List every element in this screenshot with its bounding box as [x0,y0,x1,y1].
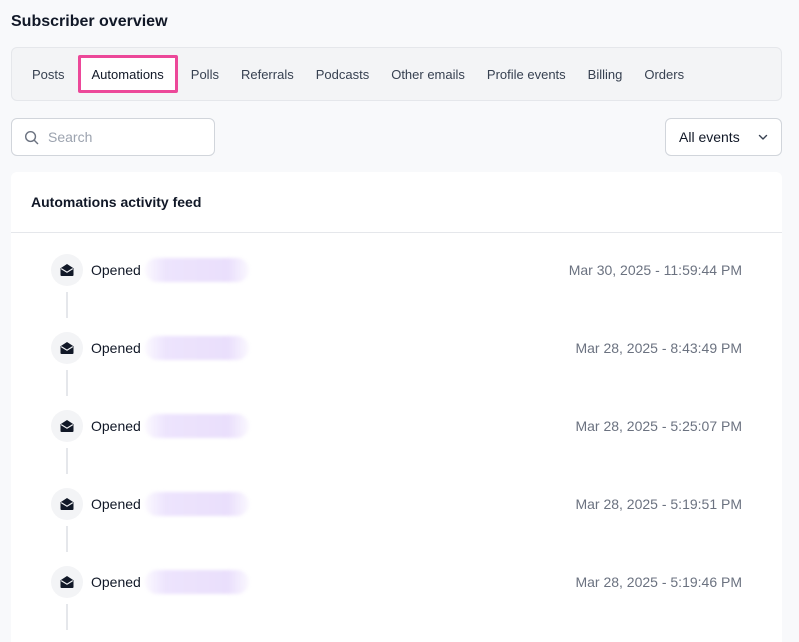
redacted-email-name [144,414,249,438]
feed-item: Opened Mar 28, 2025 - 5:25:07 PM [51,410,742,442]
page-title: Subscriber overview [11,13,168,30]
envelope-open-icon [51,566,83,598]
redacted-email-name [144,258,249,282]
tab-posts[interactable]: Posts [21,56,76,92]
feed-item: Opened Mar 30, 2025 - 11:59:44 PM [51,254,742,286]
timeline-connector [66,448,68,474]
envelope-open-icon [51,410,83,442]
tab-other-emails[interactable]: Other emails [380,56,476,92]
envelope-open-icon [51,254,83,286]
feed-item-action: Opened [91,496,141,512]
chevron-down-icon [758,134,768,140]
feed-item-action: Opened [91,418,141,434]
timeline-connector [66,526,68,552]
tab-profile-events[interactable]: Profile events [476,56,577,92]
redacted-email-name [144,492,249,516]
tab-podcasts[interactable]: Podcasts [305,56,380,92]
redacted-email-name [144,570,249,594]
timeline-connector [66,370,68,396]
feed-item-timestamp: Mar 28, 2025 - 8:43:49 PM [575,340,742,356]
envelope-open-icon [51,332,83,364]
feed-item-timestamp: Mar 28, 2025 - 5:19:51 PM [575,496,742,512]
search-box[interactable] [11,118,215,156]
tab-billing[interactable]: Billing [577,56,634,92]
feed-item-timestamp: Mar 28, 2025 - 5:25:07 PM [575,418,742,434]
timeline-connector [66,604,68,630]
envelope-open-icon [51,488,83,520]
redacted-email-name [144,336,249,360]
feed-item: Opened Mar 28, 2025 - 8:43:49 PM [51,332,742,364]
tab-orders[interactable]: Orders [633,56,695,92]
tab-polls[interactable]: Polls [180,56,230,92]
search-icon [24,130,39,144]
tab-automations[interactable]: Automations [77,55,178,93]
tab-bar: Posts Automations Polls Referrals Podcas… [11,47,782,101]
feed-title: Automations activity feed [11,172,782,233]
feed-item: Opened Mar 28, 2025 - 5:19:46 PM [51,566,742,598]
feed-item-timestamp: Mar 30, 2025 - 11:59:44 PM [568,262,742,278]
feed-item-action: Opened [91,574,141,590]
feed-item: Opened Mar 28, 2025 - 5:19:51 PM [51,488,742,520]
search-input[interactable] [48,129,198,145]
activity-feed-card: Automations activity feed Opened Mar 30,… [11,172,782,642]
tab-referrals[interactable]: Referrals [230,56,305,92]
feed-item-timestamp: Mar 28, 2025 - 5:19:46 PM [575,574,742,590]
event-filter-value: All events [679,129,740,145]
feed-item-action: Opened [91,262,141,278]
timeline-connector [66,292,68,318]
event-filter-select[interactable]: All events [665,118,782,156]
feed-item-action: Opened [91,340,141,356]
